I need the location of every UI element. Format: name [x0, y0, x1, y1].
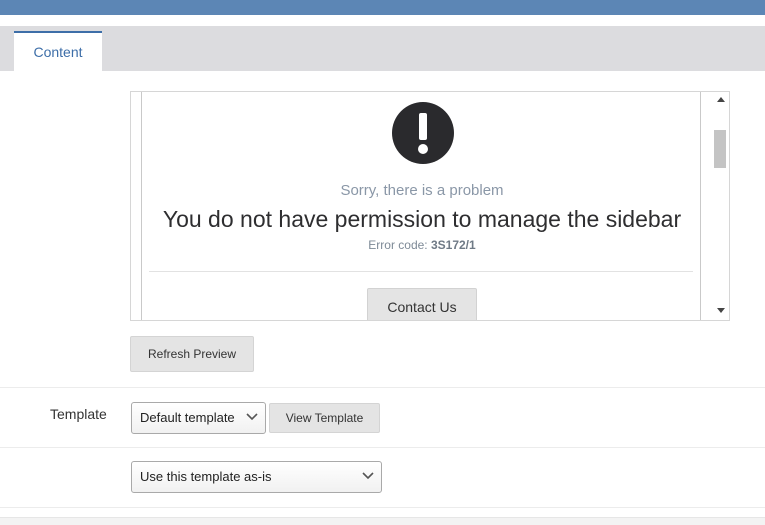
template-label: Template: [50, 406, 107, 422]
refresh-preview-button[interactable]: Refresh Preview: [130, 336, 254, 372]
chevron-down-icon: [362, 472, 374, 480]
divider: [0, 387, 765, 388]
scroll-up-arrow-icon[interactable]: [717, 97, 725, 102]
view-template-button[interactable]: View Template: [269, 403, 380, 433]
top-header-bar: [0, 0, 765, 15]
template-mode-value: Use this template as-is: [140, 469, 272, 484]
divider: [149, 271, 693, 272]
exclamation-icon: [392, 102, 454, 164]
template-select[interactable]: Default template: [131, 402, 266, 434]
template-select-value: Default template: [140, 410, 235, 425]
error-headline: You do not have permission to manage the…: [162, 206, 682, 232]
preview-frame: Sorry, there is a problem You do not hav…: [130, 91, 730, 321]
error-code-line: Error code: 3S172/1: [142, 238, 702, 252]
error-code-prefix: Error code:: [368, 238, 431, 252]
tab-content[interactable]: Content: [14, 31, 102, 71]
preview-content: Sorry, there is a problem You do not hav…: [141, 92, 701, 320]
divider: [0, 507, 765, 508]
preview-scrollbar[interactable]: [713, 92, 729, 320]
error-subtitle: Sorry, there is a problem: [340, 182, 504, 199]
divider: [0, 447, 765, 448]
contact-us-button[interactable]: Contact Us: [367, 288, 477, 320]
tab-bar: [0, 26, 765, 71]
error-code-value: 3S172/1: [430, 238, 476, 252]
template-mode-select[interactable]: Use this template as-is: [131, 461, 382, 493]
chevron-down-icon: [246, 413, 258, 421]
scrollbar-thumb[interactable]: [714, 130, 726, 168]
scroll-down-arrow-icon[interactable]: [717, 308, 725, 313]
